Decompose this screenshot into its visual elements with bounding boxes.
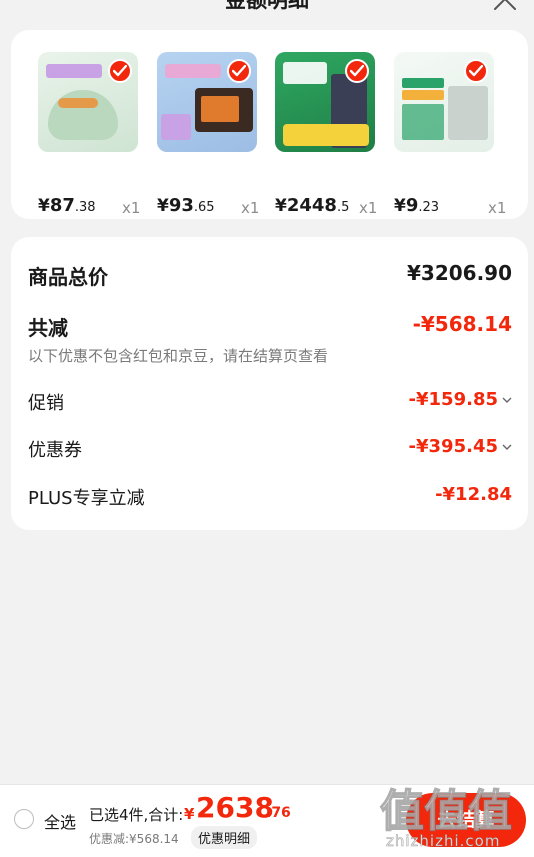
promotion-amount[interactable]: -¥159.85 [409,389,512,410]
select-all-radio[interactable] [14,809,34,829]
product-quantity: x1 [122,199,141,217]
sum-currency: ¥ [184,805,195,823]
chevron-down-icon[interactable] [502,443,512,451]
sheet-title: 金额明细 [225,0,309,12]
product-quantity: x1 [241,199,260,217]
product-thumbnail[interactable] [38,52,138,152]
product-price: ¥2448.5 [275,195,350,216]
total-label: 商品总价 [28,265,108,289]
plus-discount-label: PLUS专享立减 [28,488,145,509]
selected-check-icon[interactable] [227,59,251,83]
product-price: ¥87.38 [38,195,96,216]
product-item[interactable]: ¥2448.5 x1 [275,52,379,217]
plus-discount-amount: -¥12.84 [435,484,512,505]
coupon-label: 优惠券 [28,440,82,461]
product-quantity: x1 [359,199,378,217]
selected-count-text: 已选4件,合计: [89,806,184,824]
discount-note: 以下优惠不包含红包和京豆，请在结算页查看 [28,347,329,365]
amount-detail-sheet: 金额明细 ¥87.38 x1 ¥93.65 x1 ¥2448.5 x1 ¥9.2… [0,0,534,857]
product-item[interactable]: ¥93.65 x1 [157,52,261,217]
product-item[interactable]: ¥87.38 x1 [38,52,142,217]
close-icon[interactable] [492,0,518,12]
checkout-bar: 全选 已选4件,合计: ¥ 2638 .76 优惠减:¥568.14 优惠明细 … [0,784,534,857]
coupon-amount[interactable]: -¥395.45 [409,436,512,457]
product-price: ¥9.23 [394,195,440,216]
reduction-amount: -¥568.14 [412,312,512,336]
product-thumbnail[interactable] [275,52,375,152]
sheet-header: 金额明细 [0,0,534,14]
price-detail-card: 商品总价 ¥3206.90 共减 -¥568.14 以下优惠不包含红包和京豆，请… [11,237,528,530]
total-amount: ¥3206.90 [406,261,512,285]
saved-amount-text: 优惠减:¥568.14 [89,832,179,846]
select-all-label[interactable]: 全选 [44,809,76,833]
sum-decimal: .76 [266,805,291,821]
product-thumbnail[interactable] [157,52,257,152]
product-price: ¥93.65 [157,195,215,216]
product-quantity: x1 [488,199,507,217]
sum-amount: 2638 [196,791,274,824]
product-list-card: ¥87.38 x1 ¥93.65 x1 ¥2448.5 x1 ¥9.23 x1 [11,30,528,219]
product-item[interactable]: ¥9.23 x1 [394,52,506,217]
product-thumbnail[interactable] [394,52,494,152]
promotion-label: 促销 [28,393,64,414]
chevron-down-icon[interactable] [502,396,512,404]
discount-detail-toggle[interactable]: 优惠明细 [191,826,258,849]
selected-check-icon[interactable] [464,59,488,83]
reduction-label: 共减 [28,316,68,340]
selected-check-icon[interactable] [345,59,369,83]
checkout-button[interactable]: 去结算 [406,793,526,847]
selected-check-icon[interactable] [108,59,132,83]
